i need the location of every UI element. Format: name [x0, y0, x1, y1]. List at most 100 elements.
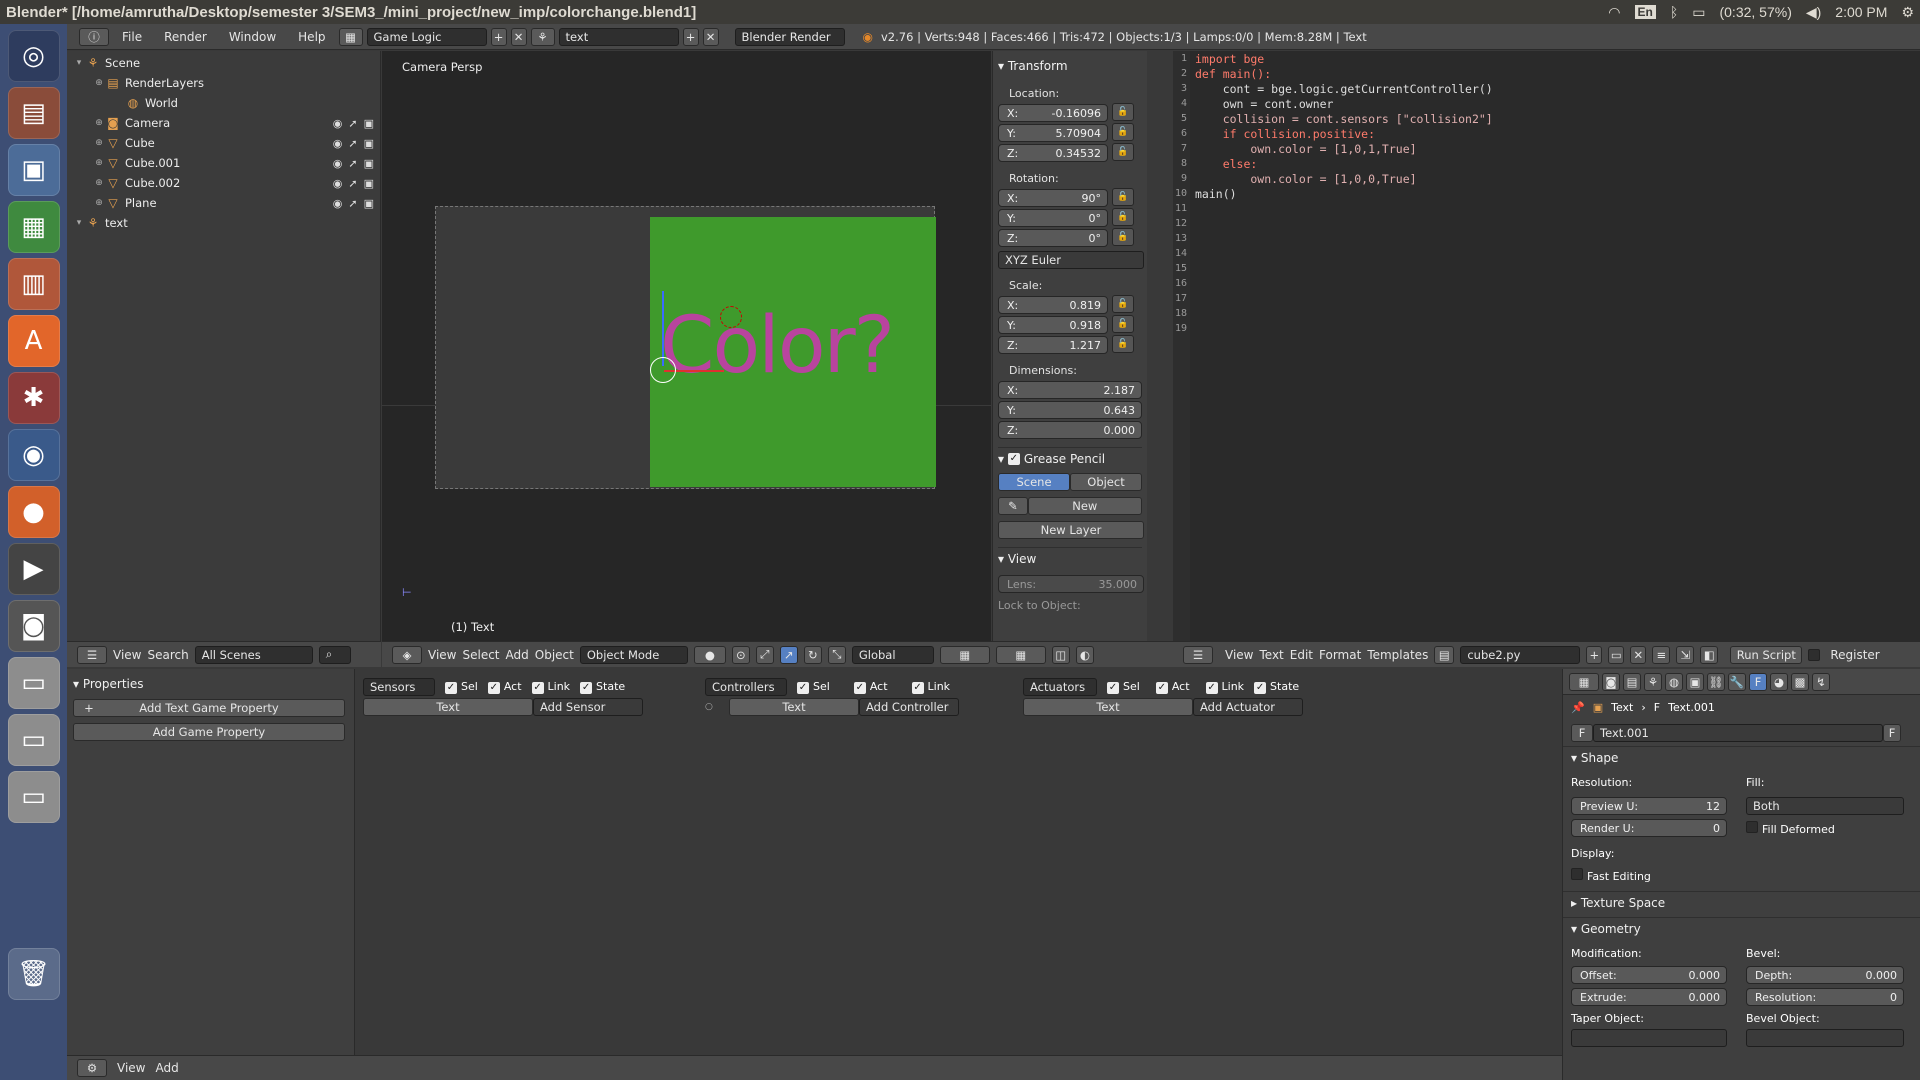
screen-selector[interactable]: Game Logic: [366, 27, 487, 46]
location-z-field[interactable]: Z: 0.34532: [998, 144, 1108, 162]
controllers-select[interactable]: Controllers: [705, 678, 787, 696]
gp-new-button[interactable]: New: [1027, 497, 1142, 515]
text-file-name[interactable]: cube2.py: [1460, 645, 1581, 664]
volume-icon[interactable]: ◀): [1806, 4, 1821, 21]
code-line[interactable]: main(): [1195, 187, 1493, 202]
render-icon[interactable]: ▣: [364, 137, 374, 150]
lens-field[interactable]: Lens: 35.000: [998, 575, 1144, 593]
rotation-mode-select[interactable]: XYZ Euler: [998, 251, 1144, 269]
outliner-editor-icon[interactable]: ☰: [77, 645, 107, 664]
layers-icon[interactable]: ▦: [995, 645, 1046, 664]
outliner-row[interactable]: ⊕ ◙ Camera ◉ ➚ ▣: [67, 113, 380, 133]
controllers-link-checkbox[interactable]: ✓: [911, 682, 924, 694]
shading-select-icon[interactable]: ●: [693, 645, 726, 664]
text-templates-menu[interactable]: Templates: [1367, 648, 1428, 662]
manipulator-icon[interactable]: ⤢: [755, 645, 774, 664]
properties-header[interactable]: ▾ Properties: [73, 673, 348, 695]
scene-selector[interactable]: text: [558, 27, 679, 46]
sensors-sel-checkbox[interactable]: ✓: [445, 682, 457, 694]
outliner-row[interactable]: ⊕ ▽ Cube.002 ◉ ➚ ▣: [67, 173, 380, 193]
add-screen-icon[interactable]: +: [490, 27, 507, 46]
rotation-y-field[interactable]: Y: 0°: [998, 209, 1108, 227]
translate-icon[interactable]: ↗: [779, 645, 798, 664]
eye-icon[interactable]: ◉: [333, 157, 343, 170]
grease-pencil-checkbox[interactable]: ✓: [1007, 452, 1020, 465]
code-line[interactable]: own = cont.owner: [1195, 97, 1493, 112]
bevel-object-field[interactable]: [1746, 1029, 1904, 1047]
scale-icon[interactable]: ⤡: [827, 645, 846, 664]
settings-gear-icon[interactable]: ⚙: [1901, 4, 1914, 21]
blender-icon[interactable]: ◉: [7, 429, 60, 481]
add-game-property-button[interactable]: Add Game Property: [73, 723, 345, 741]
battery-status[interactable]: (0:32, 57%): [1719, 4, 1791, 20]
select-arrow-icon[interactable]: ➚: [348, 117, 357, 130]
scene-tab-icon[interactable]: ⚘: [1644, 672, 1662, 691]
software-center-icon[interactable]: A: [7, 315, 60, 367]
view-panel-header[interactable]: ▾ View: [998, 547, 1142, 569]
expand-icon[interactable]: ⊕: [93, 78, 105, 88]
viewport-add-menu[interactable]: Add: [506, 648, 529, 662]
presentation-icon[interactable]: ▥: [7, 258, 60, 310]
text-editor-type-icon[interactable]: ☰: [1183, 645, 1213, 664]
select-arrow-icon[interactable]: ➚: [348, 197, 357, 210]
wifi-icon[interactable]: ◠: [1608, 4, 1620, 21]
object-tab-icon[interactable]: ▣: [1686, 672, 1704, 691]
outliner-search-menu[interactable]: Search: [147, 648, 188, 662]
rotate-icon[interactable]: ↻: [803, 645, 822, 664]
camera-app-icon[interactable]: ◙: [7, 600, 60, 652]
lock-icon[interactable]: 🔓: [1112, 335, 1134, 353]
screen-layout-icon[interactable]: ▦: [338, 27, 363, 46]
sensors-state-checkbox[interactable]: ✓: [580, 682, 593, 694]
code-line[interactable]: import bge: [1195, 52, 1493, 67]
datablock-name-field[interactable]: Text.001: [1593, 724, 1883, 742]
expand-icon[interactable]: ⊕: [93, 138, 105, 148]
render-icon[interactable]: ▣: [364, 177, 374, 190]
actuators-link-checkbox[interactable]: ✓: [1205, 682, 1218, 694]
keyboard-language[interactable]: En: [1634, 5, 1656, 19]
eye-icon[interactable]: ◉: [333, 117, 343, 130]
orientation-select[interactable]: Global: [851, 645, 934, 664]
spreadsheet-icon[interactable]: ▦: [7, 201, 60, 253]
code-line[interactable]: own.color = [1,0,0,True]: [1195, 172, 1493, 187]
lock-icon[interactable]: 🔓: [1112, 188, 1134, 206]
menu-render[interactable]: Render: [155, 30, 216, 44]
grease-pencil-header[interactable]: ▾ ✓ Grease Pencil: [998, 447, 1142, 469]
text-object[interactable]: Color?: [660, 301, 895, 391]
gp-scene-tab[interactable]: Scene: [998, 473, 1070, 491]
lock-icon[interactable]: 🔓: [1112, 228, 1134, 246]
location-x-field[interactable]: X: -0.16096: [998, 104, 1108, 122]
lock-icon[interactable]: 🔓: [1112, 208, 1134, 226]
visibility-toggles[interactable]: ◉ ➚ ▣: [333, 177, 374, 190]
controllers-act-checkbox[interactable]: ✓: [853, 682, 866, 694]
firefox-icon[interactable]: ●: [7, 486, 60, 538]
new-text-icon[interactable]: +: [1586, 645, 1603, 664]
render-preview-icon[interactable]: ◐: [1075, 645, 1094, 664]
data-tab-icon[interactable]: F: [1749, 672, 1767, 691]
expand-icon[interactable]: ▾: [73, 58, 85, 68]
outliner-row[interactable]: ⊕ ▽ Cube ◉ ➚ ▣: [67, 133, 380, 153]
outliner-row[interactable]: ⊕ ▽ Plane ◉ ➚ ▣: [67, 193, 380, 213]
code-line[interactable]: if collision.positive:: [1195, 127, 1493, 142]
render-tab-icon[interactable]: ◙: [1602, 672, 1620, 691]
viewport-object-menu[interactable]: Object: [535, 648, 574, 662]
offset-field[interactable]: Offset: 0.000: [1571, 966, 1727, 984]
text-editor[interactable]: 1 2 3 4 5 6 7 8 9 10 11 12 13 14 15 16 17 18 19 import bge…: [1173, 51, 1920, 641]
code-line[interactable]: else:: [1195, 157, 1493, 172]
eye-icon[interactable]: ◉: [333, 197, 343, 210]
menu-help[interactable]: Help: [289, 30, 334, 44]
video-editor-icon[interactable]: ▶: [7, 543, 60, 595]
render-layers-tab-icon[interactable]: ▤: [1623, 672, 1641, 691]
text-format-menu[interactable]: Format: [1319, 648, 1361, 662]
visibility-toggles[interactable]: ◉ ➚ ▣: [333, 157, 374, 170]
z-axis-manipulator[interactable]: [662, 291, 664, 366]
expand-icon[interactable]: ▾: [73, 218, 85, 228]
render-icon[interactable]: ▣: [364, 117, 374, 130]
actuators-sel-checkbox[interactable]: ✓: [1107, 682, 1119, 694]
editor-type-icon[interactable]: ⓘ: [79, 27, 109, 46]
physics-tab-icon[interactable]: ↯: [1812, 672, 1830, 691]
system-settings-icon[interactable]: ✱: [7, 372, 60, 424]
dimensions-y-field[interactable]: Y: 0.643: [998, 401, 1142, 419]
preview-u-field[interactable]: Preview U: 12: [1571, 797, 1727, 815]
line-numbers-toggle-icon[interactable]: ≡: [1652, 645, 1671, 664]
render-icon[interactable]: ▣: [364, 157, 374, 170]
